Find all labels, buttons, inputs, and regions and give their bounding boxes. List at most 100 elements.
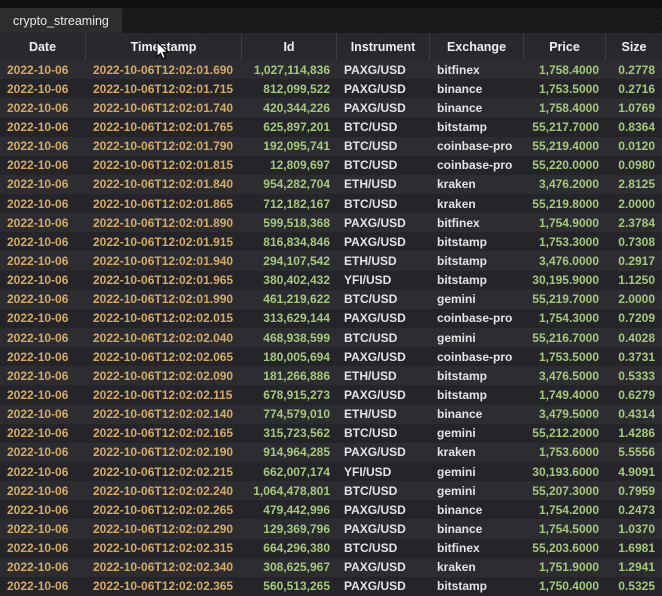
table-row[interactable]: 2022-10-062022-10-06T12:02:02.315664,296…: [0, 539, 662, 558]
cell-timestamp: 2022-10-06T12:02:02.340: [86, 558, 242, 577]
cell-price: 3,476.2000: [524, 175, 606, 194]
cell-exchange: binance: [430, 405, 524, 424]
cell-price: 3,476.0000: [524, 251, 606, 270]
table-row[interactable]: 2022-10-062022-10-06T12:02:02.215662,007…: [0, 462, 662, 481]
cell-id: 420,344,226: [242, 98, 337, 117]
cell-exchange: bitstamp: [430, 385, 524, 404]
column-header-date[interactable]: Date: [0, 33, 86, 60]
table-row[interactable]: 2022-10-062022-10-06T12:02:01.740420,344…: [0, 98, 662, 117]
cell-exchange: gemini: [430, 424, 524, 443]
cell-exchange: bitstamp: [430, 577, 524, 596]
cell-instrument: PAXG/USD: [337, 79, 430, 98]
column-header-size[interactable]: Size: [606, 33, 662, 60]
table-row[interactable]: 2022-10-062022-10-06T12:02:02.140774,579…: [0, 405, 662, 424]
cell-exchange: coinbase-pro: [430, 347, 524, 366]
table-row[interactable]: 2022-10-062022-10-06T12:02:01.865712,182…: [0, 194, 662, 213]
tab-crypto-streaming[interactable]: crypto_streaming: [0, 8, 122, 33]
column-header-timestamp[interactable]: Timestamp: [86, 33, 242, 60]
table-row[interactable]: 2022-10-062022-10-06T12:02:02.040468,938…: [0, 328, 662, 347]
cell-timestamp: 2022-10-06T12:02:01.790: [86, 137, 242, 156]
table-row[interactable]: 2022-10-062022-10-06T12:02:02.015313,629…: [0, 309, 662, 328]
table-row[interactable]: 2022-10-062022-10-06T12:02:01.715812,099…: [0, 79, 662, 98]
table-row[interactable]: 2022-10-062022-10-06T12:02:01.990461,219…: [0, 290, 662, 309]
column-header-exchange[interactable]: Exchange: [430, 33, 524, 60]
cell-size: 0.2917: [606, 251, 662, 270]
cell-id: 315,723,562: [242, 424, 337, 443]
cell-price: 1,753.5000: [524, 347, 606, 366]
table-row[interactable]: 2022-10-062022-10-06T12:02:02.065180,005…: [0, 347, 662, 366]
cell-date: 2022-10-06: [0, 137, 86, 156]
cell-id: 816,834,846: [242, 232, 337, 251]
table-row[interactable]: 2022-10-062022-10-06T12:02:01.940294,107…: [0, 251, 662, 270]
cell-size: 1.1250: [606, 271, 662, 290]
cell-timestamp: 2022-10-06T12:02:02.140: [86, 405, 242, 424]
table-row[interactable]: 2022-10-062022-10-06T12:02:02.190914,964…: [0, 443, 662, 462]
cell-id: 662,007,174: [242, 462, 337, 481]
cell-size: 1.2941: [606, 558, 662, 577]
column-header-instrument[interactable]: Instrument: [337, 33, 430, 60]
column-header-price[interactable]: Price: [524, 33, 606, 60]
cell-timestamp: 2022-10-06T12:02:02.190: [86, 443, 242, 462]
cell-timestamp: 2022-10-06T12:02:02.040: [86, 328, 242, 347]
table-row[interactable]: 2022-10-062022-10-06T12:02:02.115678,915…: [0, 385, 662, 404]
cell-instrument: PAXG/USD: [337, 213, 430, 232]
cell-instrument: ETH/USD: [337, 366, 430, 385]
cell-size: 0.4314: [606, 405, 662, 424]
table-row[interactable]: 2022-10-062022-10-06T12:02:01.890599,518…: [0, 213, 662, 232]
table-row[interactable]: 2022-10-062022-10-06T12:02:02.265479,442…: [0, 500, 662, 519]
cell-date: 2022-10-06: [0, 385, 86, 404]
table-row[interactable]: 2022-10-062022-10-06T12:02:02.340308,625…: [0, 558, 662, 577]
table-row[interactable]: 2022-10-062022-10-06T12:02:01.840954,282…: [0, 175, 662, 194]
cell-date: 2022-10-06: [0, 405, 86, 424]
table-row[interactable]: 2022-10-062022-10-06T12:02:02.365560,513…: [0, 577, 662, 596]
cell-date: 2022-10-06: [0, 462, 86, 481]
table-row[interactable]: 2022-10-062022-10-06T12:02:02.165315,723…: [0, 424, 662, 443]
cell-size: 0.2473: [606, 500, 662, 519]
table-row[interactable]: 2022-10-062022-10-06T12:02:01.81512,809,…: [0, 156, 662, 175]
cell-price: 1,754.5000: [524, 519, 606, 538]
column-header-id[interactable]: Id: [242, 33, 337, 60]
cell-size: 2.0000: [606, 290, 662, 309]
table-row[interactable]: 2022-10-062022-10-06T12:02:01.790192,095…: [0, 137, 662, 156]
cell-id: 468,938,599: [242, 328, 337, 347]
table-row[interactable]: 2022-10-062022-10-06T12:02:02.090181,266…: [0, 366, 662, 385]
cell-instrument: BTC/USD: [337, 290, 430, 309]
cell-id: 625,897,201: [242, 117, 337, 136]
cell-date: 2022-10-06: [0, 156, 86, 175]
cell-timestamp: 2022-10-06T12:02:01.965: [86, 271, 242, 290]
cell-exchange: binance: [430, 500, 524, 519]
cell-instrument: PAXG/USD: [337, 98, 430, 117]
table-row[interactable]: 2022-10-062022-10-06T12:02:01.765625,897…: [0, 117, 662, 136]
cell-exchange: bitstamp: [430, 271, 524, 290]
cell-price: 1,749.4000: [524, 385, 606, 404]
cell-instrument: BTC/USD: [337, 117, 430, 136]
cell-id: 1,027,114,836: [242, 60, 337, 79]
cell-price: 55,217.7000: [524, 117, 606, 136]
cell-id: 678,915,273: [242, 385, 337, 404]
cell-instrument: BTC/USD: [337, 328, 430, 347]
table-row[interactable]: 2022-10-062022-10-06T12:02:01.6901,027,1…: [0, 60, 662, 79]
cell-date: 2022-10-06: [0, 481, 86, 500]
cell-timestamp: 2022-10-06T12:02:02.265: [86, 500, 242, 519]
cell-size: 2.8125: [606, 175, 662, 194]
cell-exchange: coinbase-pro: [430, 137, 524, 156]
cell-date: 2022-10-06: [0, 577, 86, 596]
table-row[interactable]: 2022-10-062022-10-06T12:02:01.915816,834…: [0, 232, 662, 251]
cell-exchange: binance: [430, 79, 524, 98]
cell-timestamp: 2022-10-06T12:02:01.690: [86, 60, 242, 79]
cell-size: 0.4028: [606, 328, 662, 347]
cell-instrument: BTC/USD: [337, 481, 430, 500]
cell-instrument: BTC/USD: [337, 539, 430, 558]
table-row[interactable]: 2022-10-062022-10-06T12:02:02.290129,369…: [0, 519, 662, 538]
cell-id: 12,809,697: [242, 156, 337, 175]
cell-instrument: BTC/USD: [337, 194, 430, 213]
cell-exchange: kraken: [430, 443, 524, 462]
cell-date: 2022-10-06: [0, 98, 86, 117]
cell-price: 1,751.9000: [524, 558, 606, 577]
table-row[interactable]: 2022-10-062022-10-06T12:02:02.2401,064,4…: [0, 481, 662, 500]
cell-id: 294,107,542: [242, 251, 337, 270]
cell-price: 3,476.5000: [524, 366, 606, 385]
cell-id: 308,625,967: [242, 558, 337, 577]
cell-exchange: kraken: [430, 194, 524, 213]
table-row[interactable]: 2022-10-062022-10-06T12:02:01.965380,402…: [0, 271, 662, 290]
